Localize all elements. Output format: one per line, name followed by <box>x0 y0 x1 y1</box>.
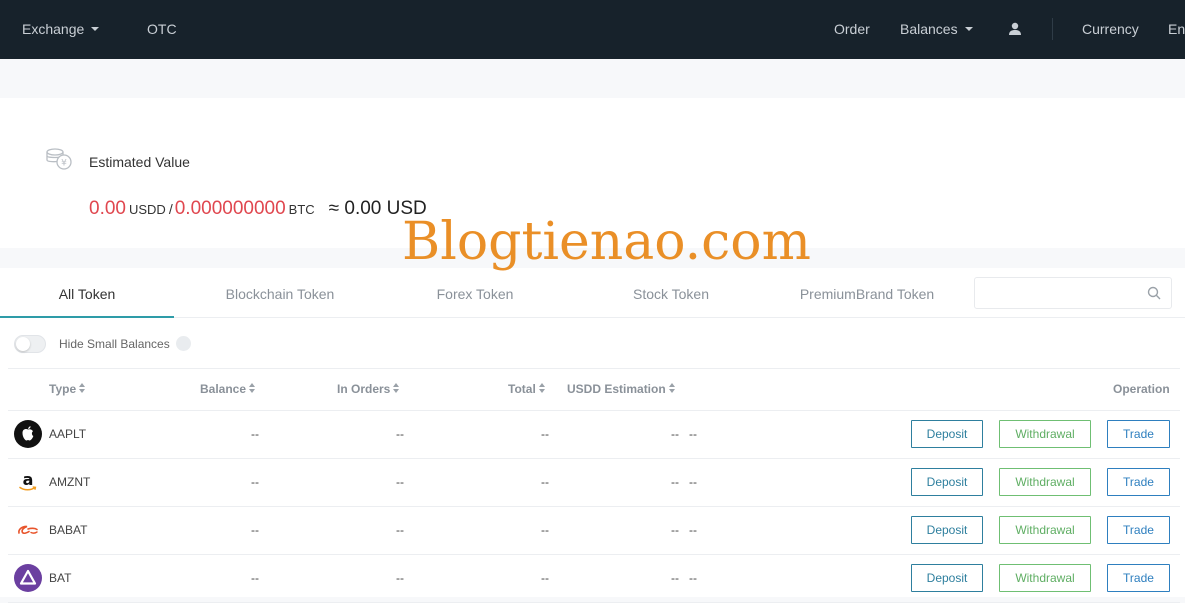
usdd-estimation-cell-secondary: -- <box>689 523 697 537</box>
trade-button[interactable]: Trade <box>1107 564 1170 592</box>
deposit-button[interactable]: Deposit <box>911 564 983 592</box>
nav-exchange-menu[interactable]: Exchange <box>22 0 100 59</box>
tab-premiumbrand-token[interactable]: PremiumBrand Token <box>782 268 952 317</box>
in-orders-cell: -- <box>396 523 404 537</box>
nav-balances-menu[interactable]: Balances <box>900 0 973 59</box>
total-cell: -- <box>541 427 549 441</box>
usdd-estimation-cell: -- <box>671 475 679 489</box>
withdrawal-button[interactable]: Withdrawal <box>999 564 1091 592</box>
table-row: BABAT -- -- -- -- -- Deposit Withdrawal … <box>8 506 1180 555</box>
token-name: AMZNT <box>49 475 91 489</box>
withdrawal-button[interactable]: Withdrawal <box>999 420 1091 448</box>
usdd-estimation-cell: -- <box>671 427 679 441</box>
usdd-estimation-cell-secondary: -- <box>689 571 697 585</box>
header-total[interactable]: Total <box>508 369 546 410</box>
watermark-text: Blogtienao.com <box>402 212 811 272</box>
sort-icon <box>79 383 86 394</box>
in-orders-cell: -- <box>396 427 404 441</box>
estimated-value-label: Estimated Value <box>89 154 190 170</box>
deposit-button[interactable]: Deposit <box>911 420 983 448</box>
sort-icon <box>249 383 256 394</box>
in-orders-cell: -- <box>396 571 404 585</box>
sort-icon <box>538 383 546 394</box>
balance-cell: -- <box>251 571 259 585</box>
withdrawal-button[interactable]: Withdrawal <box>999 468 1091 496</box>
header-balance[interactable]: Balance <box>200 369 256 410</box>
estimated-value-amounts: 0.00 USDD/0.000000000 BTC ≈ 0.00 USD <box>89 198 427 220</box>
header-in-orders-label: In Orders <box>337 382 391 396</box>
table-row: AAPLT -- -- -- -- -- Deposit Withdrawal … <box>8 410 1180 459</box>
total-cell: -- <box>541 523 549 537</box>
total-cell: -- <box>541 571 549 585</box>
svg-text:a: a <box>23 470 34 489</box>
alibaba-logo-icon <box>14 516 42 544</box>
btc-unit: BTC <box>288 202 315 217</box>
table-row: BAT -- -- -- -- -- Deposit Withdrawal Tr… <box>8 554 1180 603</box>
token-tabs: All Token Blockchain Token Forex Token S… <box>0 268 1185 318</box>
nav-divider <box>1052 18 1053 40</box>
hide-small-balances-label: Hide Small Balances <box>59 337 170 351</box>
token-name: BABAT <box>49 523 88 537</box>
token-name: BAT <box>49 571 72 585</box>
withdrawal-button[interactable]: Withdrawal <box>999 516 1091 544</box>
balance-cell: -- <box>251 475 259 489</box>
coin-stack-icon: ¥ <box>46 148 72 170</box>
chevron-down-icon <box>91 27 100 32</box>
trade-button[interactable]: Trade <box>1107 420 1170 448</box>
sort-icon <box>668 383 676 394</box>
chevron-down-icon <box>964 27 973 32</box>
amazon-logo-icon: a <box>14 468 42 496</box>
trade-button[interactable]: Trade <box>1107 468 1170 496</box>
svg-text:¥: ¥ <box>61 159 67 169</box>
tab-forex-token[interactable]: Forex Token <box>400 268 550 317</box>
nav-currency-link[interactable]: Currency <box>1082 0 1139 59</box>
nav-order-link[interactable]: Order <box>834 0 870 59</box>
token-name: AAPLT <box>49 427 87 441</box>
in-orders-cell: -- <box>396 475 404 489</box>
nav-balances-label: Balances <box>900 21 958 37</box>
apple-logo-icon <box>14 420 42 448</box>
tab-all-token[interactable]: All Token <box>0 268 174 318</box>
usdd-estimation-cell: -- <box>671 523 679 537</box>
usdd-value: 0.00 <box>89 198 126 219</box>
trade-button[interactable]: Trade <box>1107 516 1170 544</box>
table-row: a AMZNT -- -- -- -- -- Deposit Withdrawa… <box>8 458 1180 507</box>
balance-cell: -- <box>251 427 259 441</box>
token-search-input[interactable] <box>974 277 1172 309</box>
usdd-estimation-cell: -- <box>671 571 679 585</box>
toggle-knob <box>16 337 30 351</box>
usdd-estimation-cell-secondary: -- <box>689 427 697 441</box>
nav-otc-link[interactable]: OTC <box>147 0 177 59</box>
btc-value: 0.000000000 <box>174 198 286 219</box>
header-usdd-estimation-label: USDD Estimation <box>567 382 666 396</box>
header-type-label: Type <box>49 382 77 396</box>
tab-blockchain-token[interactable]: Blockchain Token <box>195 268 365 317</box>
header-usdd-estimation[interactable]: USDD Estimation <box>567 369 676 410</box>
header-balance-label: Balance <box>200 382 247 396</box>
deposit-button[interactable]: Deposit <box>911 468 983 496</box>
balance-cell: -- <box>251 523 259 537</box>
search-icon[interactable] <box>1147 286 1161 300</box>
header-in-orders[interactable]: In Orders <box>337 369 400 410</box>
table-header: Type Balance In Orders Total USDD Estima… <box>8 368 1180 411</box>
usdd-estimation-cell-secondary: -- <box>689 475 697 489</box>
deposit-button[interactable]: Deposit <box>911 516 983 544</box>
total-cell: -- <box>541 475 549 489</box>
token-balances-card: All Token Blockchain Token Forex Token S… <box>0 268 1185 603</box>
value-separator: / <box>168 201 173 217</box>
tab-stock-token[interactable]: Stock Token <box>596 268 746 317</box>
hide-small-balances-toggle[interactable] <box>14 335 46 353</box>
header-type[interactable]: Type <box>49 369 86 410</box>
bat-logo-icon <box>14 564 42 592</box>
user-icon[interactable] <box>1008 22 1022 36</box>
nav-language-link[interactable]: En <box>1168 0 1185 59</box>
nav-exchange-label: Exchange <box>22 21 85 37</box>
sort-icon <box>393 383 400 394</box>
top-nav-bar: Exchange OTC Order Balances Currency En <box>0 0 1185 59</box>
header-total-label: Total <box>508 382 536 396</box>
header-operation: Operation <box>1113 382 1170 396</box>
info-icon[interactable] <box>176 336 191 351</box>
usdd-unit: USDD <box>128 202 166 217</box>
